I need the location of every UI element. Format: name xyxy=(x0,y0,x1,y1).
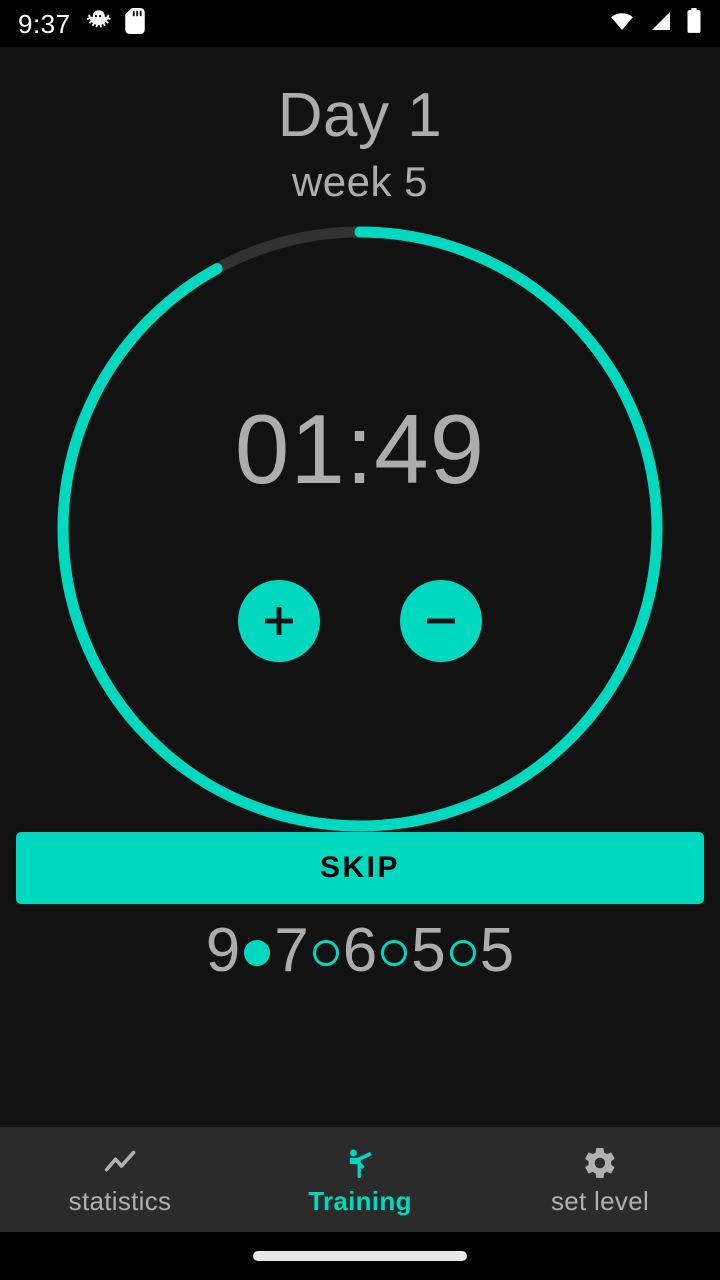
layout-spacer xyxy=(0,982,720,1127)
status-bar: 9:37 xyxy=(0,0,720,47)
decrease-time-button[interactable] xyxy=(400,580,482,663)
nav-item-statistics[interactable]: statistics xyxy=(0,1127,240,1232)
sd-card-icon xyxy=(124,8,145,39)
countdown-timer: 01:49 xyxy=(234,394,486,505)
trending-line-icon xyxy=(101,1145,139,1181)
rep-dot-pending xyxy=(449,940,476,967)
week-subtitle: week 5 xyxy=(291,158,429,206)
minus-icon xyxy=(420,600,462,642)
timer-ring-container: 01:49 xyxy=(0,224,720,844)
system-gesture-bar xyxy=(0,1232,720,1280)
battery-icon xyxy=(686,8,702,39)
time-adjust-row xyxy=(238,580,482,663)
page-title: Day 1 xyxy=(277,81,443,150)
rep-dot-current xyxy=(244,940,271,967)
rep-count-number: 5 xyxy=(479,916,515,986)
increase-time-button[interactable] xyxy=(238,580,320,663)
status-bar-clock: 9:37 xyxy=(18,8,71,39)
rep-count-number: 6 xyxy=(342,916,378,986)
training-timer-screen: 9:37 Day 1 week 5 01:49 SKIP 9 7 6 5 5 s… xyxy=(0,0,720,1280)
timer-ring-inner: 01:49 xyxy=(60,234,660,834)
bug-icon xyxy=(85,8,111,39)
rep-count-number: 7 xyxy=(274,916,309,986)
status-bar-right xyxy=(608,8,702,39)
cell-signal-icon xyxy=(648,9,674,38)
workout-header: Day 1 week 5 xyxy=(0,47,720,206)
status-bar-left: 9:37 xyxy=(18,8,145,39)
plus-icon xyxy=(258,600,300,642)
kick-figure-icon xyxy=(341,1145,379,1181)
wifi-icon xyxy=(608,9,636,38)
home-gesture-pill[interactable] xyxy=(253,1251,467,1261)
rep-dot-pending xyxy=(381,940,408,967)
rep-dot-pending xyxy=(312,940,339,967)
nav-label-statistics: statistics xyxy=(68,1186,172,1216)
rep-sequence: 97655 xyxy=(0,920,720,982)
nav-label-set-level: set level xyxy=(550,1186,650,1216)
gear-icon xyxy=(581,1145,619,1181)
rep-count-number: 5 xyxy=(411,916,446,986)
nav-label-training: Training xyxy=(308,1186,412,1216)
nav-item-training[interactable]: Training xyxy=(240,1127,480,1232)
bottom-navigation: statistics Training set level xyxy=(0,1127,720,1232)
rep-count-number: 9 xyxy=(205,916,241,986)
nav-item-set-level[interactable]: set level xyxy=(480,1127,720,1232)
